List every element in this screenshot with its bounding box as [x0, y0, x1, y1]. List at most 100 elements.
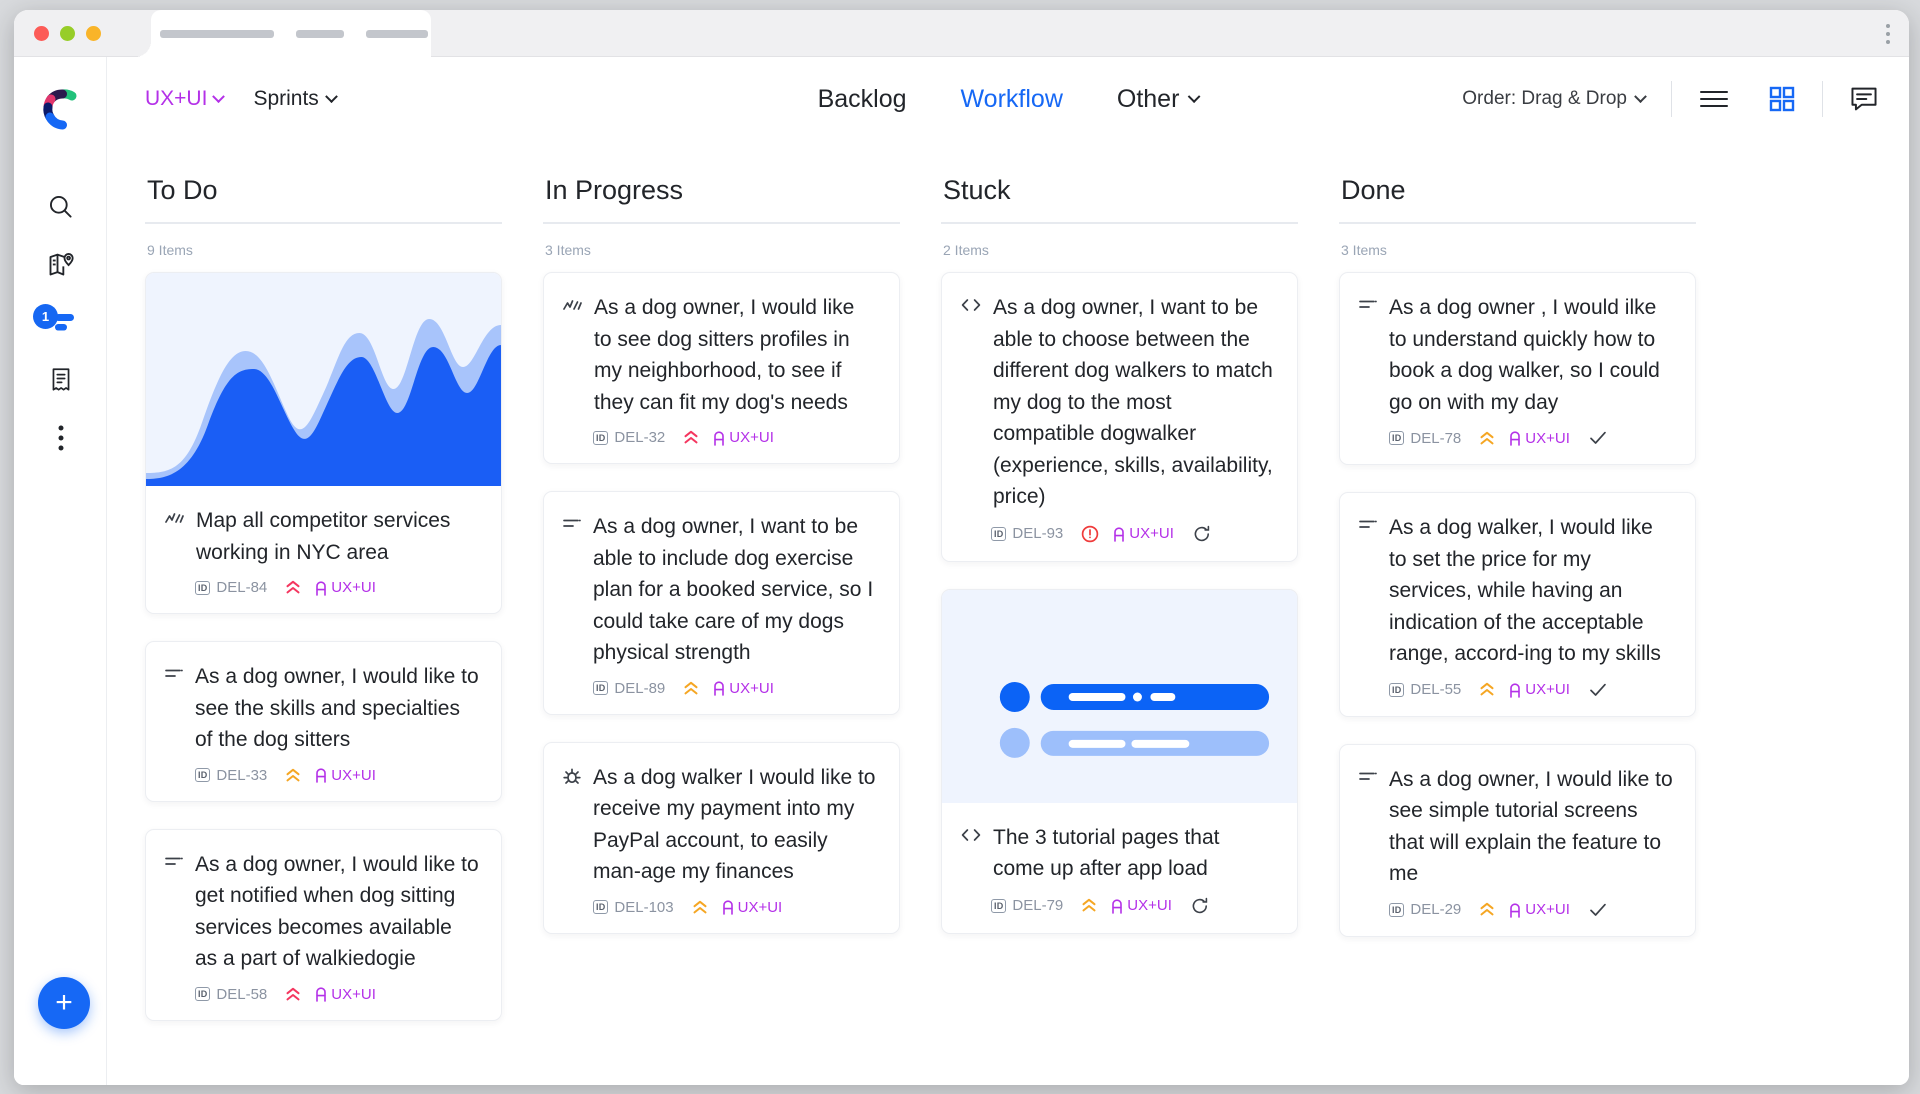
task-card[interactable]: Map all competitor services working in N…	[145, 272, 502, 614]
priority-indicator[interactable]	[692, 900, 708, 915]
task-card[interactable]: As a dog owner, I would like to get noti…	[145, 828, 502, 1021]
tab-other[interactable]: Other	[1117, 85, 1201, 114]
priority-indicator[interactable]	[285, 580, 301, 595]
card-assignee[interactable]: UX+UI	[712, 680, 774, 697]
card-status-icon[interactable]	[1588, 901, 1608, 919]
comments-button[interactable]	[1849, 85, 1879, 113]
card-body: The 3 tutorial pages that come up after …	[942, 803, 1297, 933]
sidebar-item-search[interactable]	[14, 177, 107, 235]
board-column: Done 3 Items As a dog owner , I would il…	[1339, 141, 1737, 1048]
sidebar-item-more[interactable]	[14, 409, 107, 467]
card-type-icon	[165, 849, 183, 975]
card-assignee[interactable]: UX+UI	[1508, 430, 1570, 447]
card-assignee[interactable]: UX+UI	[1110, 897, 1172, 914]
assignee-avatar-icon	[1510, 682, 1521, 698]
column-item-count: 3 Items	[1341, 242, 1387, 258]
task-card[interactable]: As a dog walker I would like to receive …	[543, 741, 900, 934]
maximize-window-button[interactable]	[86, 26, 101, 41]
window-controls[interactable]	[34, 26, 101, 41]
left-sidebar: 1 +	[14, 57, 107, 1085]
check-icon	[1590, 903, 1606, 916]
clickup-logo-icon[interactable]	[40, 87, 85, 132]
assignee-label: UX+UI	[331, 766, 376, 784]
card-type-icon	[961, 292, 981, 513]
priority-indicator[interactable]	[1479, 431, 1495, 446]
card-title: As a dog owner, I would like to get noti…	[195, 852, 479, 971]
card-status-icon[interactable]	[1192, 524, 1212, 544]
header-toolbar: UX+UI Sprints Backlog Workflow Other Ord…	[107, 57, 1909, 141]
task-card[interactable]: As a dog owner, I would like to see simp…	[1339, 743, 1696, 937]
assignee-label: UX+UI	[737, 898, 783, 916]
column-item-count: 9 Items	[147, 242, 193, 258]
assignee-avatar-icon	[1510, 431, 1521, 446]
priority-indicator[interactable]	[1479, 902, 1495, 917]
card-type-icon	[961, 822, 981, 885]
card-assignee[interactable]: UX+UI	[721, 898, 783, 916]
refresh-icon[interactable]	[1190, 896, 1210, 916]
id-badge: ID	[593, 681, 609, 695]
priority-indicator[interactable]	[1479, 682, 1495, 697]
card-title: As a dog owner, I would like to see dog …	[594, 296, 855, 414]
grid-view-button[interactable]	[1768, 85, 1796, 113]
card-assignee[interactable]: UX+UI	[314, 767, 376, 784]
card-status-icon[interactable]	[1588, 429, 1608, 447]
priority-indicator[interactable]	[1081, 525, 1099, 543]
add-task-button[interactable]: +	[38, 977, 90, 1029]
card-assignee[interactable]: UX+UI	[314, 579, 376, 596]
task-card[interactable]: As a dog owner, I would like to see the …	[145, 641, 502, 802]
card-body: As a dog owner, I would like to see simp…	[1340, 745, 1695, 936]
priority-indicator[interactable]	[285, 987, 301, 1002]
card-status-icon[interactable]	[1588, 681, 1608, 699]
card-body: As a dog owner, I would like to see dog …	[544, 273, 899, 463]
card-id: DEL-103	[614, 898, 674, 916]
card-type-icon	[165, 661, 183, 756]
urgent-priority-icon	[286, 580, 300, 594]
card-body: As a dog owner, I want to be able to inc…	[544, 492, 899, 714]
tab-backlog[interactable]: Backlog	[818, 85, 907, 114]
card-assignee[interactable]: UX+UI	[1508, 901, 1570, 918]
task-card[interactable]: As a dog owner, I would like to see dog …	[543, 272, 900, 464]
card-meta: ID DEL-33 UX+UI	[165, 767, 479, 784]
task-lines-icon	[1359, 520, 1377, 528]
card-assignee[interactable]: UX+UI	[712, 429, 774, 446]
sidebar-item-docs[interactable]	[14, 351, 107, 409]
list-view-button[interactable]	[1698, 88, 1730, 110]
assignee-avatar-icon	[714, 430, 725, 446]
task-card[interactable]: The 3 tutorial pages that come up after …	[941, 588, 1298, 934]
card-id: DEL-58	[216, 985, 268, 1003]
card-assignee[interactable]: UX+UI	[1112, 525, 1174, 542]
tab-workflow[interactable]: Workflow	[961, 85, 1063, 114]
kebab-menu-icon[interactable]	[1886, 24, 1890, 48]
task-card[interactable]: As a dog walker, I would like to set the…	[1339, 492, 1696, 717]
refresh-icon[interactable]	[1192, 524, 1212, 544]
card-title: As a dog owner, I want to be able to cho…	[993, 296, 1273, 508]
card-type-icon	[165, 505, 184, 568]
view-tabs: Backlog Workflow Other	[818, 85, 1201, 114]
task-card[interactable]: As a dog owner, I want to be able to inc…	[543, 491, 900, 715]
task-card[interactable]: As a dog owner, I want to be able to cho…	[941, 272, 1298, 562]
priority-indicator[interactable]	[285, 768, 301, 783]
priority-indicator[interactable]	[683, 430, 699, 445]
sidebar-item-board[interactable]: 1	[14, 293, 107, 351]
card-status-icon[interactable]	[1190, 896, 1210, 916]
sidebar-item-map[interactable]	[14, 235, 107, 293]
grid-view-icon	[1769, 86, 1795, 112]
sidebar-nav: 1	[14, 177, 107, 467]
close-window-button[interactable]	[34, 26, 49, 41]
card-title: As a dog walker I would like to receive …	[593, 765, 876, 884]
column-item-count: 2 Items	[943, 242, 989, 258]
card-title: The 3 tutorial pages that come up after …	[993, 825, 1220, 881]
order-dropdown[interactable]: Order: Drag & Drop	[1462, 88, 1647, 110]
assignee-label: UX+UI	[1525, 429, 1570, 447]
priority-indicator[interactable]	[683, 681, 699, 696]
card-title: As a dog owner , I would ilke to underst…	[1389, 296, 1660, 414]
breadcrumb-view[interactable]: Sprints	[253, 87, 338, 111]
priority-indicator[interactable]	[1081, 898, 1097, 913]
assignee-label: UX+UI	[1525, 681, 1570, 698]
minimize-window-button[interactable]	[60, 26, 75, 41]
placeholder-bar	[366, 30, 428, 38]
breadcrumb-space[interactable]: UX+UI	[145, 87, 226, 111]
card-assignee[interactable]: UX+UI	[1508, 681, 1570, 698]
task-card[interactable]: As a dog owner , I would ilke to underst…	[1339, 272, 1696, 465]
card-assignee[interactable]: UX+UI	[314, 986, 376, 1003]
